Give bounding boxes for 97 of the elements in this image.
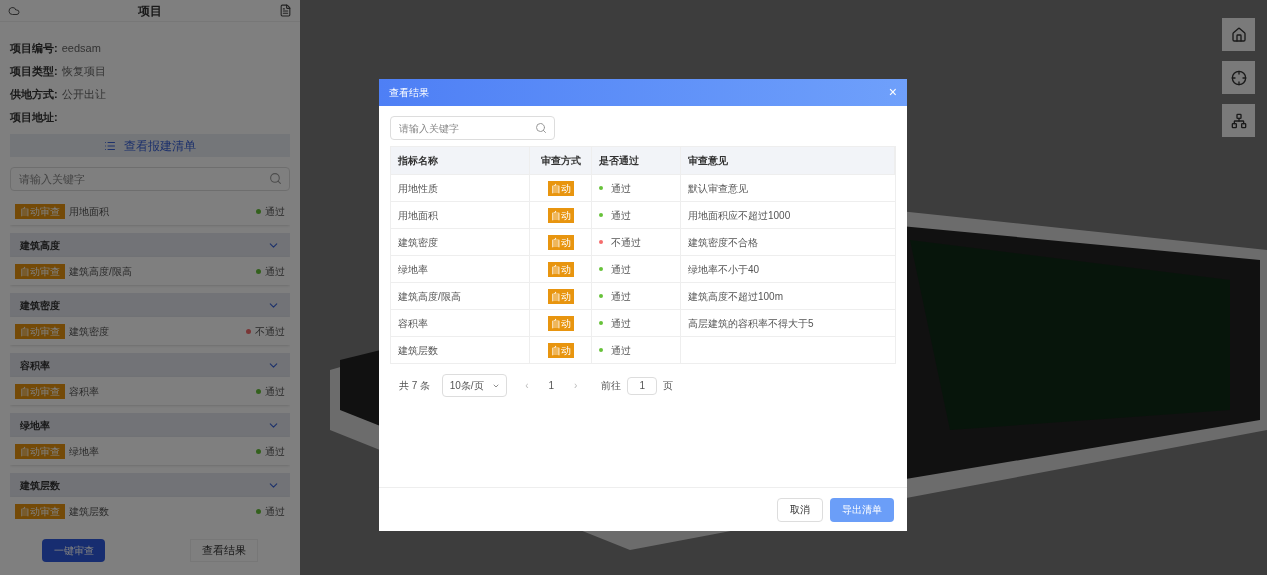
- hierarchy-icon: [1230, 112, 1247, 129]
- table-cell: 建筑层数: [391, 337, 530, 363]
- table-cell-text: 建筑密度不合格: [688, 235, 758, 250]
- auto-review-tag: 自动审查: [15, 503, 65, 519]
- table-cell: 用地性质: [391, 175, 530, 201]
- auto-review-tag: 自动审查: [15, 263, 65, 279]
- auto-tag: 自动: [547, 234, 574, 250]
- column-header: 审查方式: [530, 147, 592, 174]
- table-cell: 建筑密度: [391, 229, 530, 255]
- page-number[interactable]: 1: [540, 378, 563, 393]
- status-text: 通过: [265, 384, 285, 399]
- check-item[interactable]: 自动审查 绿地率 通过: [10, 437, 290, 465]
- field-label: 项目地址:: [10, 110, 58, 126]
- cloud-icon[interactable]: [8, 4, 20, 17]
- table-cell-text: 通过: [611, 208, 631, 223]
- table-cell: 建筑高度/限高: [391, 283, 530, 309]
- auto-tag: 自动: [547, 315, 574, 331]
- table-cell: 用地面积: [391, 202, 530, 228]
- group-header[interactable]: 容积率: [10, 353, 290, 377]
- field-value: eedsam: [61, 41, 101, 57]
- total-count: 共 7 条: [399, 379, 431, 393]
- dialog-title: 查看结果: [389, 86, 429, 100]
- check-name: 绿地率: [69, 444, 100, 459]
- check-name: 建筑密度: [69, 324, 110, 339]
- export-button[interactable]: 导出清单: [830, 497, 894, 522]
- check-name: 建筑层数: [69, 504, 110, 519]
- check-item[interactable]: 自动审查 建筑层数 通过: [10, 497, 290, 525]
- check-item[interactable]: 自动审查 建筑高度/限高 通过: [10, 257, 290, 285]
- goto-label: 前往: [601, 379, 622, 393]
- auto-tag: 自动: [547, 288, 574, 304]
- status-text: 通过: [265, 504, 285, 519]
- group-title: 建筑层数: [20, 478, 60, 493]
- field-label: 项目编号:: [10, 41, 58, 57]
- list-icon: [104, 139, 116, 152]
- page-unit: 页: [663, 379, 674, 393]
- table-cell-text: 绿地率不小于40: [688, 262, 760, 277]
- page-input[interactable]: 1: [627, 376, 658, 395]
- group-title: 容积率: [20, 358, 50, 373]
- auto-review-tag: 自动审查: [15, 383, 65, 399]
- hierarchy-button[interactable]: [1222, 104, 1255, 137]
- table-cell-text: 高层建筑的容积率不得大于5: [688, 316, 814, 331]
- column-header: 审查意见: [681, 147, 895, 174]
- check-name: 用地面积: [69, 204, 110, 219]
- table-cell: 容积率: [391, 310, 530, 336]
- field-value: 公开出让: [61, 87, 106, 103]
- search-field[interactable]: 请输入关键字: [390, 116, 555, 140]
- home-icon: [1230, 26, 1247, 43]
- target-icon: [1230, 69, 1247, 86]
- group-title: 建筑高度: [20, 238, 60, 253]
- check-item[interactable]: 自动审查 用地面积 通过: [10, 197, 290, 225]
- table-cell-text: 通过: [611, 289, 631, 304]
- check-name: 建筑高度/限高: [69, 264, 133, 279]
- page-size-select[interactable]: 10条/页: [442, 374, 508, 397]
- auto-review-tag: 自动审查: [15, 443, 65, 459]
- table-cell: 绿地率: [391, 256, 530, 282]
- check-item[interactable]: 自动审查 容积率 通过: [10, 377, 290, 405]
- group-header[interactable]: 建筑层数: [10, 473, 290, 497]
- column-header: 指标名称: [391, 147, 530, 174]
- auto-tag: 自动: [547, 261, 574, 277]
- result-button[interactable]: 查看结果: [189, 538, 258, 562]
- status-text: 通过: [265, 204, 285, 219]
- table-cell-text: 默认审查意见: [688, 181, 748, 196]
- status-text: 不通过: [255, 324, 285, 339]
- table-cell-text: 通过: [611, 316, 631, 331]
- group-title: 建筑密度: [20, 298, 60, 313]
- table-cell-text: 用地面积应不超过1000: [688, 208, 791, 223]
- group-title: 绿地率: [20, 418, 50, 433]
- group-header[interactable]: 建筑密度: [10, 293, 290, 317]
- search-icon[interactable]: [535, 122, 547, 134]
- view-list-button[interactable]: 查看报建清单: [10, 134, 290, 157]
- table-cell-text: 通过: [611, 181, 631, 196]
- auto-review-tag: 自动审查: [15, 323, 65, 339]
- field-label: 供地方式:: [10, 87, 58, 103]
- group-header[interactable]: 绿地率: [10, 413, 290, 437]
- search-icon[interactable]: [269, 172, 282, 185]
- auto-tag: 自动: [547, 207, 574, 223]
- table-cell-text: 不通过: [611, 235, 641, 250]
- document-icon[interactable]: [279, 4, 292, 17]
- group-header[interactable]: 建筑高度: [10, 233, 290, 257]
- check-item[interactable]: 自动审查 建筑密度 不通过: [10, 317, 290, 345]
- project-title: 项目: [137, 2, 162, 20]
- field-label: 项目类型:: [10, 64, 58, 80]
- status-text: 通过: [265, 264, 285, 279]
- column-header: 是否通过: [592, 147, 681, 174]
- table-cell-text: 通过: [611, 343, 631, 358]
- auto-review-tag: 自动审查: [15, 203, 65, 219]
- auto-tag: 自动: [547, 180, 574, 196]
- field-value: 恢复项目: [61, 64, 106, 80]
- close-button[interactable]: ×: [888, 82, 897, 103]
- table-cell-text: 建筑高度不超过100m: [688, 289, 783, 304]
- cancel-button[interactable]: 取消: [777, 497, 823, 522]
- auto-tag: 自动: [547, 342, 574, 358]
- home-button[interactable]: [1222, 18, 1255, 51]
- status-text: 通过: [265, 444, 285, 459]
- table-cell-text: 通过: [611, 262, 631, 277]
- check-name: 容积率: [69, 384, 100, 399]
- locate-button[interactable]: [1222, 61, 1255, 94]
